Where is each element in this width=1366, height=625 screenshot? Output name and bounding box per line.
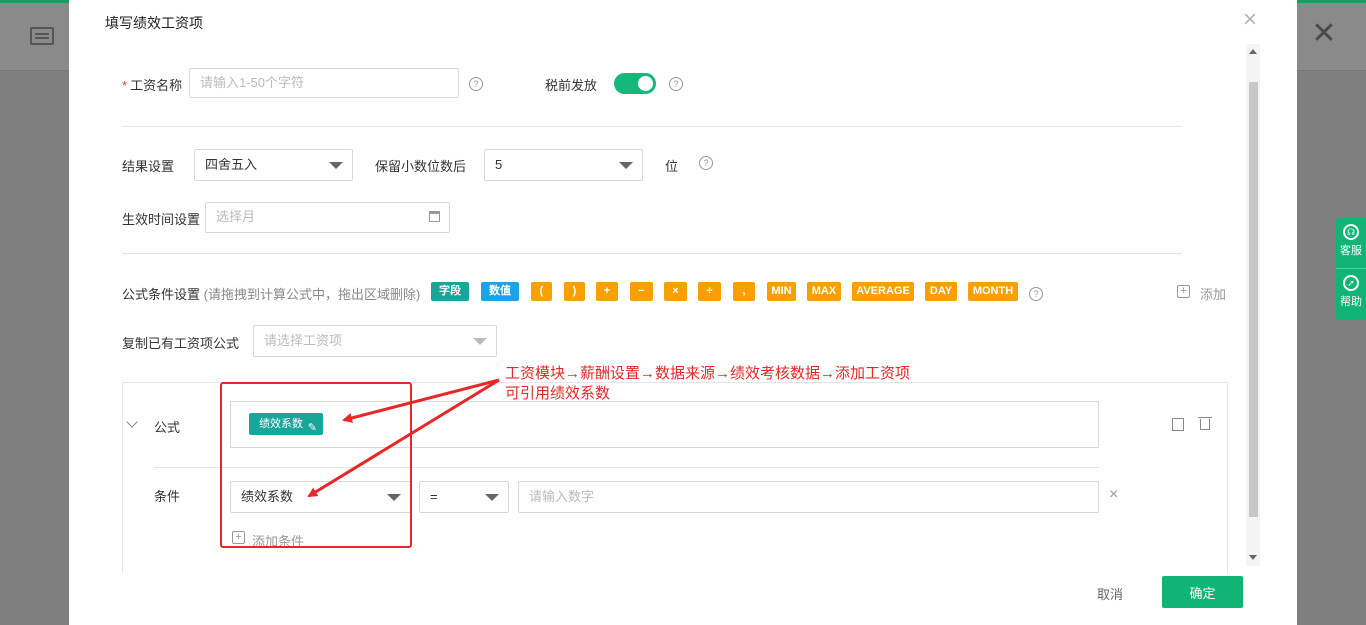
decimals-unit: 位 <box>665 159 679 174</box>
tag-average[interactable]: AVERAGE <box>852 282 914 301</box>
tag-minus[interactable]: − <box>630 282 653 301</box>
chevron-down-icon <box>329 162 343 169</box>
help-button[interactable]: ➚ 帮助 <box>1336 268 1366 318</box>
chevron-down-icon <box>473 338 487 345</box>
tag-number[interactable]: 数值 <box>481 282 519 301</box>
scroll-up-icon[interactable] <box>1249 49 1257 54</box>
divider <box>122 253 1182 254</box>
add-plus-icon[interactable]: + <box>1177 285 1190 298</box>
decimals-value: 5 <box>495 157 503 172</box>
copy-formula-select[interactable]: 请选择工资项 <box>253 325 497 357</box>
formula-help-icon[interactable]: ? <box>1029 287 1043 301</box>
rounding-select[interactable]: 四舍五入 <box>194 149 353 181</box>
tag-field[interactable]: 字段 <box>431 282 469 301</box>
formula-condition-label: 公式条件设置 (请拖拽到计算公式中，拖出区域删除) <box>122 284 420 303</box>
help-label: 帮助 <box>1340 296 1362 308</box>
tag-comma[interactable]: , <box>733 282 755 301</box>
tag-max[interactable]: MAX <box>807 282 841 301</box>
copy-icon[interactable] <box>1172 418 1184 431</box>
pretax-toggle[interactable] <box>614 73 656 94</box>
remove-condition-icon[interactable]: × <box>1109 486 1118 504</box>
scroll-down-icon[interactable] <box>1249 555 1257 560</box>
formula-label: 公式 <box>154 420 181 435</box>
effective-label: 生效时间设置 <box>122 212 201 227</box>
scrollbar-thumb[interactable] <box>1249 82 1258 517</box>
rounding-value: 四舍五入 <box>205 157 258 172</box>
headset-icon: ☊ <box>1343 224 1359 240</box>
cancel-button[interactable]: 取消 <box>1082 583 1138 603</box>
effective-placeholder: 选择月 <box>216 209 256 224</box>
formula-condition-hint: (请拖拽到计算公式中，拖出区域删除) <box>203 287 421 302</box>
effective-month-input[interactable]: 选择月 <box>205 202 450 233</box>
chevron-down-icon <box>619 162 633 169</box>
edit-salary-item-modal: 填写绩效工资项 × * 工资名称 请输入1-50个字符 ? 税前发放 ? 结果设置… <box>69 0 1297 625</box>
required-mark: * <box>122 78 128 93</box>
condition-value-input[interactable]: 请输入数字 <box>518 481 1099 513</box>
tag-plus[interactable]: + <box>596 282 618 301</box>
annotation-highlight-box <box>220 382 412 548</box>
annotation-line-2: 可引用绩效系数 <box>505 385 611 402</box>
side-help-panel: ☊ 客服 ➚ 帮助 <box>1336 218 1366 320</box>
tag-divide[interactable]: ÷ <box>698 282 721 301</box>
confirm-button[interactable]: 确定 <box>1162 576 1243 608</box>
formula-condition-label-text: 公式条件设置 <box>122 287 201 302</box>
tag-rparen[interactable]: ) <box>564 282 585 301</box>
condition-label: 条件 <box>154 489 181 504</box>
chevron-down-icon <box>485 494 499 501</box>
calendar-icon <box>429 211 440 222</box>
customer-service-label: 客服 <box>1340 245 1362 257</box>
toggle-knob <box>638 76 653 91</box>
divider <box>122 126 1182 127</box>
decimals-label: 保留小数位数后 <box>375 159 467 174</box>
pretax-help-icon[interactable]: ? <box>669 77 683 91</box>
salary-name-help-icon[interactable]: ? <box>469 77 483 91</box>
tag-min[interactable]: MIN <box>767 282 796 301</box>
salary-name-input[interactable]: 请输入1-50个字符 <box>189 68 459 98</box>
background-close-icon[interactable]: ✕ <box>1310 19 1338 49</box>
annotation-line-1: 工资模块→薪酬设置→数据来源→绩效考核数据→添加工资项 <box>505 365 911 382</box>
copy-formula-label: 复制已有工资项公式 <box>122 336 240 351</box>
compass-icon: ➚ <box>1343 275 1359 291</box>
salary-name-label-text: 工资名称 <box>130 78 183 93</box>
copy-formula-placeholder: 请选择工资项 <box>264 333 343 348</box>
salary-name-label: * 工资名称 <box>122 75 182 94</box>
condition-operator-value: = <box>430 489 438 504</box>
tag-day[interactable]: DAY <box>925 282 957 301</box>
customer-service-button[interactable]: ☊ 客服 <box>1336 218 1366 268</box>
tag-month[interactable]: MONTH <box>968 282 1018 301</box>
card-icon <box>30 27 54 45</box>
add-formula-button[interactable]: 添加 <box>1200 284 1226 303</box>
trash-icon[interactable] <box>1198 417 1212 430</box>
modal-close-icon[interactable]: × <box>1243 8 1257 32</box>
tag-lparen[interactable]: ( <box>531 282 552 301</box>
decimals-help-icon[interactable]: ? <box>699 156 713 170</box>
pretax-label: 税前发放 <box>545 78 598 93</box>
tag-multiply[interactable]: × <box>664 282 687 301</box>
rounding-label: 结果设置 <box>122 159 175 174</box>
condition-operator-select[interactable]: = <box>419 481 509 513</box>
decimals-select[interactable]: 5 <box>484 149 643 181</box>
modal-title: 填写绩效工资项 <box>105 15 203 31</box>
